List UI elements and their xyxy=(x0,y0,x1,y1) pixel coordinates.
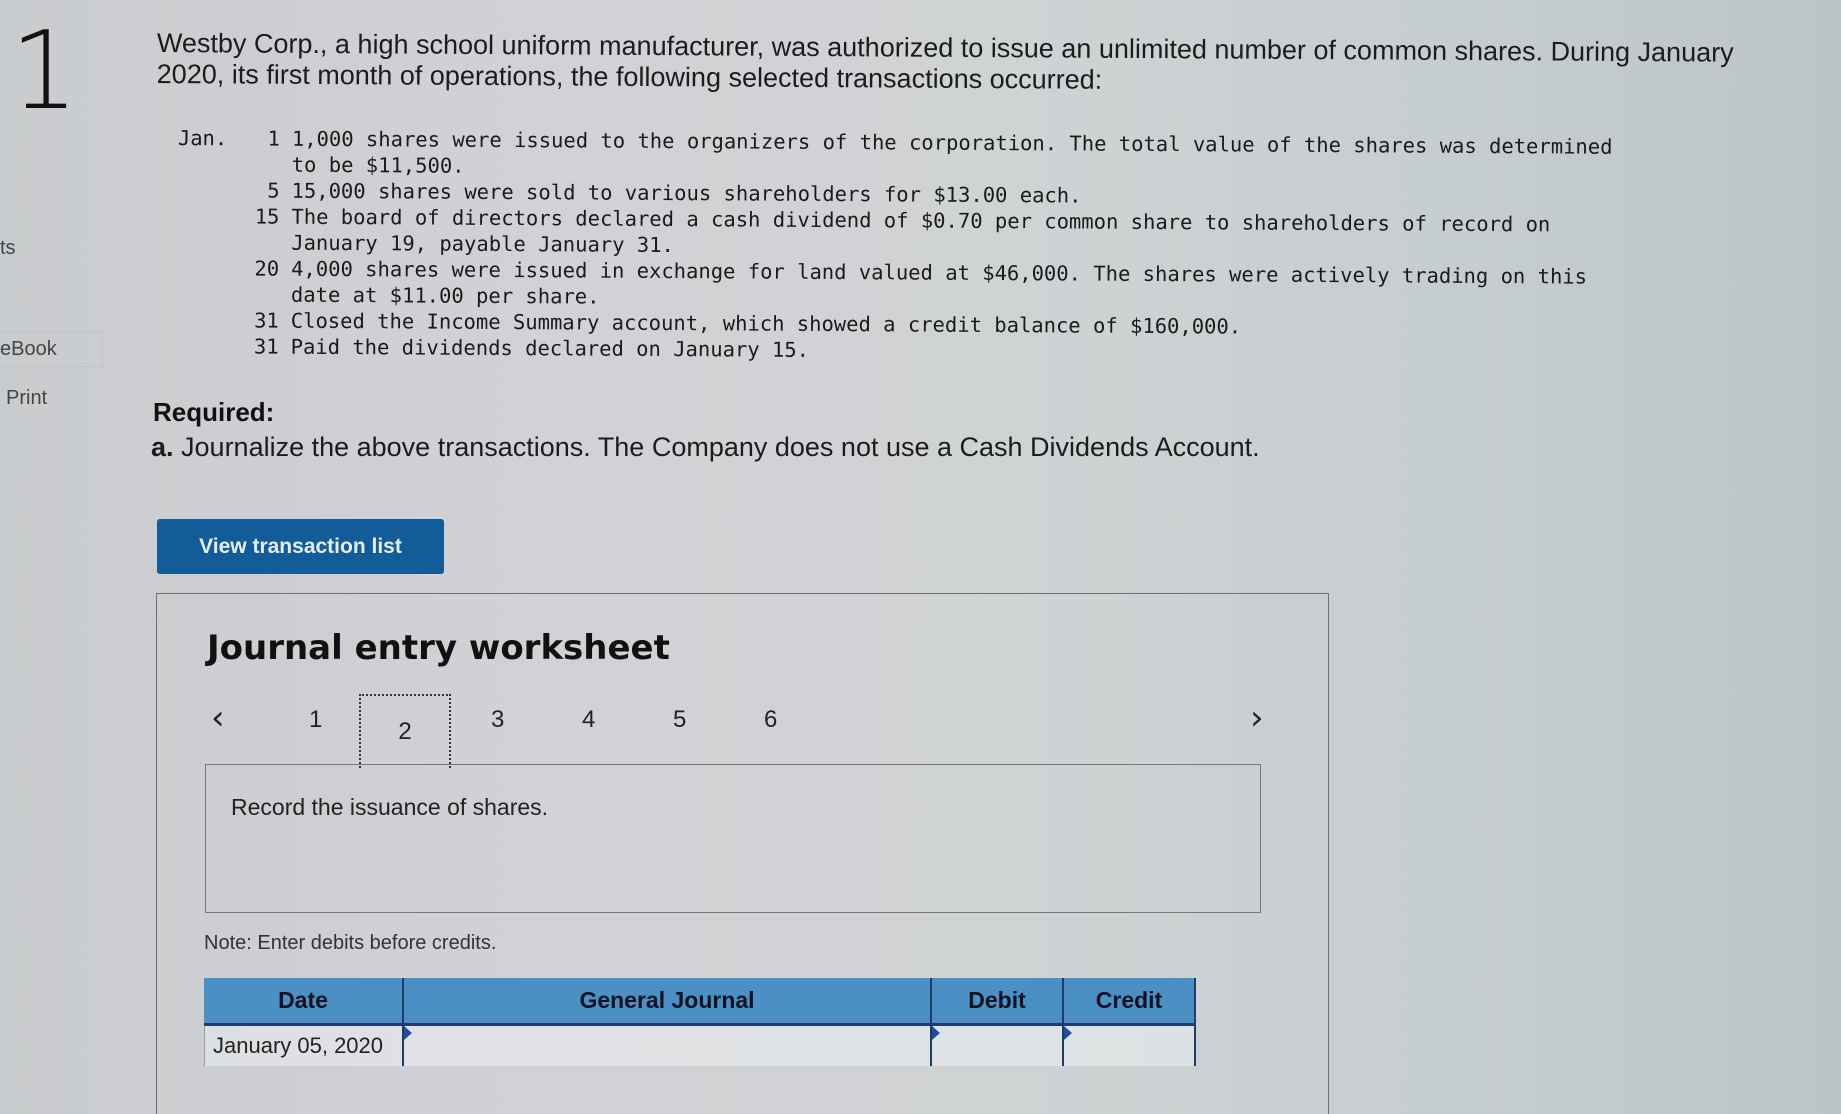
page-tab-5[interactable]: 5 xyxy=(673,706,686,734)
transaction-list: Jan. 1 1,000 shares were issued to the org… xyxy=(177,125,1613,368)
problem-intro: Westby Corp., a high school uniform manu… xyxy=(156,28,1734,95)
chevron-left-icon[interactable]: ‹ xyxy=(211,698,225,738)
account-input[interactable] xyxy=(404,1026,932,1066)
page-tab-4[interactable]: 4 xyxy=(582,706,595,734)
transaction-day: 15 xyxy=(254,204,280,229)
page-tab-2-active[interactable]: 2 xyxy=(359,694,451,768)
journal-table: Date General Journal Debit Credit Januar… xyxy=(204,978,1196,1066)
transaction-day xyxy=(237,281,291,307)
transaction-day xyxy=(238,151,292,177)
part-letter: a. xyxy=(151,432,174,462)
header-general-journal: General Journal xyxy=(404,978,932,1026)
table-header: Date General Journal Debit Credit xyxy=(204,978,1196,1026)
sidebar-item-ts[interactable]: ts xyxy=(0,237,16,260)
page-tab-1[interactable]: 1 xyxy=(309,706,322,734)
instruction-text: Record the issuance of shares. xyxy=(231,794,549,820)
question-number: 1 xyxy=(10,9,79,134)
transaction-text: January 19, payable January 31. xyxy=(291,230,674,258)
table-row: January 05, 2020 xyxy=(204,1026,1196,1066)
dropdown-flag-icon xyxy=(404,1026,412,1040)
worksheet-title: Journal entry worksheet xyxy=(207,628,670,668)
debit-input[interactable] xyxy=(932,1026,1064,1066)
transaction-day: 20 xyxy=(254,256,280,281)
sidebar-item-print[interactable]: Print xyxy=(6,387,47,410)
transaction-text: to be $11,500. xyxy=(291,152,465,178)
transaction-day xyxy=(237,229,291,255)
header-debit: Debit xyxy=(932,978,1064,1026)
instruction-box xyxy=(205,764,1261,913)
view-transaction-list-button[interactable]: View transaction list xyxy=(157,519,444,574)
credit-input[interactable] xyxy=(1064,1026,1196,1066)
transaction-day: 31 xyxy=(253,334,279,359)
transaction-day: 31 xyxy=(254,308,279,333)
page-tab-6[interactable]: 6 xyxy=(764,706,777,734)
required-part-a: a. Journalize the above transactions. Th… xyxy=(151,432,1260,463)
transaction-day: 1 xyxy=(267,126,280,151)
required-label: Required: xyxy=(153,397,275,427)
part-text: Journalize the above transactions. The C… xyxy=(173,432,1260,462)
header-date: Date xyxy=(204,978,404,1026)
transaction-text: Paid the dividends declared on January 1… xyxy=(290,334,810,362)
transaction-month: Jan. xyxy=(177,125,228,151)
input-flag-icon xyxy=(932,1026,940,1040)
chevron-right-icon[interactable]: › xyxy=(1250,698,1264,738)
transaction-day: 5 xyxy=(267,178,280,203)
date-cell: January 05, 2020 xyxy=(204,1026,404,1066)
note-text: Note: Enter debits before credits. xyxy=(204,932,497,954)
sidebar-item-ebook[interactable]: eBook xyxy=(0,331,103,367)
header-credit: Credit xyxy=(1064,978,1196,1026)
transaction-text: date at $11.00 per share. xyxy=(290,282,600,309)
page-tab-3[interactable]: 3 xyxy=(491,706,504,734)
input-flag-icon xyxy=(1064,1026,1072,1040)
